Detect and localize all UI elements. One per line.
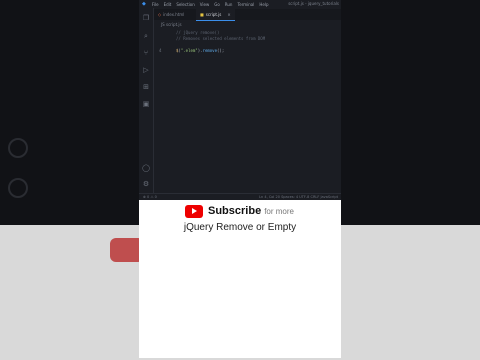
menu-edit[interactable]: Edit — [164, 2, 172, 7]
subscribe-label: Subscribe — [208, 205, 262, 217]
menu-go[interactable]: Go — [214, 2, 220, 7]
status-problems[interactable]: ⊗ 0 ⚠ 0 — [143, 195, 157, 199]
menu-selection[interactable]: Selection — [176, 2, 194, 7]
account-icon[interactable]: ◯ — [142, 164, 150, 172]
search-icon[interactable]: ⌕ — [142, 32, 150, 40]
breadcrumb[interactable]: JS script.js — [161, 22, 182, 27]
tab-script-js[interactable]: ■ script.js × — [196, 9, 235, 21]
js-file-icon: ■ — [200, 12, 204, 17]
html-file-icon: ◇ — [158, 12, 162, 17]
remote-explorer-icon[interactable]: ▣ — [142, 100, 150, 108]
menu-bar: ◆ File Edit Selection View Go Run Termin… — [139, 0, 341, 8]
tab-index-html[interactable]: ◇ index.html — [154, 9, 188, 20]
subscribe-banner: Subscribe for more jQuery Remove or Empt… — [139, 200, 341, 242]
explorer-icon[interactable]: ❐ — [142, 14, 150, 22]
activity-bar: ❐ ⌕ ⑂ ▷ ⊞ ▣ ◯ ⚙ — [139, 8, 154, 194]
menu-view[interactable]: View — [200, 2, 210, 7]
settings-gear-icon[interactable]: ⚙ — [142, 180, 150, 188]
extensions-icon[interactable]: ⊞ — [142, 83, 150, 91]
tab-label: index.html — [163, 12, 185, 17]
editor-tabs: ◇ index.html ■ script.js × — [154, 9, 341, 21]
code-selector-string: ".elem" — [180, 48, 198, 53]
code-line[interactable]: $(".elem").remove(); — [176, 48, 224, 53]
code-comment-line: // Removes selected elements from DOM — [176, 36, 266, 41]
line-number: 4 — [159, 48, 162, 53]
tab-label: script.js — [205, 12, 222, 17]
menu-terminal[interactable]: Terminal — [237, 2, 254, 7]
background-account-icon — [8, 138, 28, 158]
code-method: remove — [202, 48, 217, 53]
close-tab-icon[interactable]: × — [227, 12, 230, 17]
code-call: (); — [217, 48, 225, 53]
run-debug-icon[interactable]: ▷ — [142, 66, 150, 74]
code-comment-line: // jQuery remove() — [176, 30, 220, 35]
youtube-play-icon — [185, 204, 203, 218]
status-info[interactable]: Ln 4, Col 20 Spaces: 4 UTF-8 CRLF JavaSc… — [259, 195, 338, 199]
video-frame: ◆ File Edit Selection View Go Run Termin… — [139, 0, 341, 358]
for-more-label: for more — [264, 207, 294, 216]
menu-help[interactable]: Help — [259, 2, 268, 7]
background-gear-icon — [8, 178, 28, 198]
video-title: jQuery Remove or Empty — [183, 222, 297, 233]
menu-run[interactable]: Run — [225, 2, 233, 7]
window-title: script.js - jquery_tutorials — [288, 1, 339, 6]
menu-file[interactable]: File — [152, 2, 159, 7]
subscribe-row[interactable]: Subscribe for more — [185, 204, 294, 218]
vscode-logo-icon: ◆ — [142, 1, 146, 7]
code-editor: ◆ File Edit Selection View Go Run Termin… — [139, 0, 341, 201]
source-control-icon[interactable]: ⑂ — [142, 49, 150, 57]
